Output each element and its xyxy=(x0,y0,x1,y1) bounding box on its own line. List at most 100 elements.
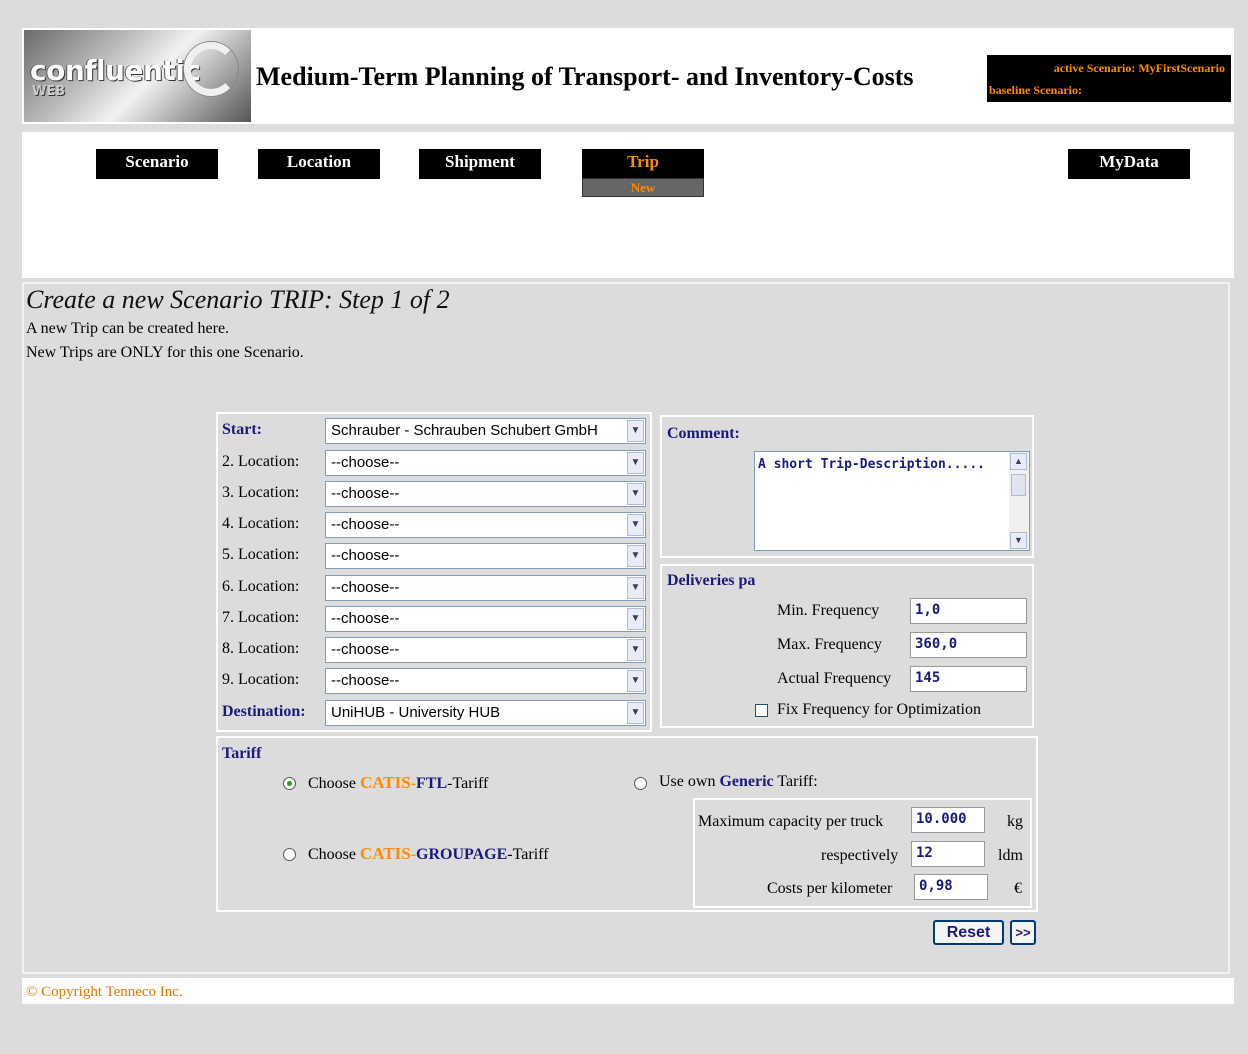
scenario-status-box: active Scenario: MyFirstScenario baselin… xyxy=(987,55,1231,102)
location-2-select[interactable]: --choose-- ▼ xyxy=(325,450,646,476)
next-step-button[interactable]: >> xyxy=(1010,920,1036,945)
respectively-input[interactable]: 12 xyxy=(911,841,985,867)
ftl-post: -Tariff xyxy=(447,775,489,792)
ftl-name: FTL xyxy=(416,775,448,792)
groupage-post: -Tariff xyxy=(507,846,549,863)
chevron-down-icon: ▼ xyxy=(627,670,644,692)
deliveries-heading: Deliveries pa xyxy=(667,572,756,589)
generic-tariff-label: Use own Generic Tariff: xyxy=(659,773,818,791)
groupage-pre: Choose xyxy=(308,846,360,863)
respectively-label: respectively xyxy=(821,847,899,864)
chevron-down-icon: ▼ xyxy=(627,420,644,442)
start-select[interactable]: Schrauber - Schrauben Schubert GmbH ▼ xyxy=(325,418,646,444)
nav-trip-new[interactable]: New xyxy=(582,178,704,197)
footer-bar xyxy=(22,978,1234,1004)
chevron-down-icon: ▼ xyxy=(627,639,644,661)
fix-frequency-checkbox[interactable] xyxy=(755,704,768,717)
start-select-value: Schrauber - Schrauben Schubert GmbH xyxy=(331,422,598,439)
location-5-value: --choose-- xyxy=(331,547,400,564)
location-7-value: --choose-- xyxy=(331,610,400,627)
groupage-catis: CATIS xyxy=(360,844,411,863)
location-6-label: 6. Location: xyxy=(222,578,300,595)
chevron-down-icon: ▼ xyxy=(627,483,644,505)
actual-frequency-input[interactable]: 145 xyxy=(910,666,1027,692)
location-8-select[interactable]: --choose-- ▼ xyxy=(325,637,646,663)
max-capacity-input[interactable]: 10.000 xyxy=(911,807,985,833)
nav-scenario[interactable]: Scenario xyxy=(96,149,218,179)
reset-button[interactable]: Reset xyxy=(933,920,1004,945)
groupage-name: GROUPAGE xyxy=(416,846,508,863)
chevron-down-icon: ▼ xyxy=(627,577,644,599)
nav-trip[interactable]: Trip xyxy=(582,149,704,179)
min-frequency-label: Min. Frequency xyxy=(777,602,880,619)
logo-brand-text: confluentic xyxy=(30,54,201,87)
scroll-up-icon[interactable]: ▲ xyxy=(1010,453,1027,470)
scroll-thumb[interactable] xyxy=(1011,474,1026,496)
chevron-down-icon: ▼ xyxy=(627,545,644,567)
nav-location[interactable]: Location xyxy=(258,149,380,179)
min-frequency-input[interactable]: 1,0 xyxy=(910,598,1027,624)
comment-label: Comment: xyxy=(667,425,740,442)
baseline-scenario-label: baseline Scenario: xyxy=(989,83,1082,97)
app-title: Medium-Term Planning of Transport- and I… xyxy=(256,62,914,91)
chevron-down-icon: ▼ xyxy=(627,608,644,630)
nav-mydata[interactable]: MyData xyxy=(1068,149,1190,179)
logo-ring-icon xyxy=(184,42,238,96)
cost-per-km-label: Costs per kilometer xyxy=(767,880,893,897)
ftl-tariff-label: Choose CATIS-FTL-Tariff xyxy=(308,773,488,793)
intro-text-1: A new Trip can be created here. xyxy=(26,320,230,337)
active-scenario-label: active Scenario: MyFirstScenario xyxy=(1053,61,1225,75)
chevron-down-icon: ▼ xyxy=(627,452,644,474)
location-4-select[interactable]: --choose-- ▼ xyxy=(325,512,646,538)
location-5-label: 5. Location: xyxy=(222,546,300,563)
location-3-select[interactable]: --choose-- ▼ xyxy=(325,481,646,507)
chevron-down-icon: ▼ xyxy=(627,514,644,536)
location-9-select[interactable]: --choose-- ▼ xyxy=(325,668,646,694)
actual-frequency-label: Actual Frequency xyxy=(777,670,892,687)
location-3-value: --choose-- xyxy=(331,485,400,502)
generic-name: Generic xyxy=(719,773,774,790)
max-capacity-unit: kg xyxy=(1007,813,1023,830)
generic-post: Tariff: xyxy=(773,773,818,790)
location-4-label: 4. Location: xyxy=(222,515,300,532)
groupage-tariff-radio[interactable] xyxy=(283,848,296,861)
generic-tariff-radio[interactable] xyxy=(634,777,647,790)
location-2-label: 2. Location: xyxy=(222,453,300,470)
location-6-select[interactable]: --choose-- ▼ xyxy=(325,575,646,601)
max-frequency-input[interactable]: 360,0 xyxy=(910,632,1027,658)
ftl-tariff-radio[interactable] xyxy=(283,777,296,790)
confluentic-logo: confluentic WEB xyxy=(24,30,251,122)
location-4-value: --choose-- xyxy=(331,516,400,533)
ftl-catis: CATIS xyxy=(360,773,411,792)
location-9-value: --choose-- xyxy=(331,672,400,689)
tariff-heading: Tariff xyxy=(222,745,262,762)
generic-pre: Use own xyxy=(659,773,720,790)
start-label: Start: xyxy=(222,421,262,438)
location-7-select[interactable]: --choose-- ▼ xyxy=(325,606,646,632)
location-8-label: 8. Location: xyxy=(222,640,300,657)
location-7-label: 7. Location: xyxy=(222,609,300,626)
copyright-text: © Copyright Tenneco Inc. xyxy=(26,984,183,1000)
comment-text: A short Trip-Description..... xyxy=(758,457,985,472)
logo-sub-text: WEB xyxy=(32,84,66,99)
scroll-down-icon[interactable]: ▼ xyxy=(1010,532,1027,549)
comment-textarea[interactable]: A short Trip-Description..... xyxy=(754,451,1030,551)
intro-text-2: New Trips are ONLY for this one Scenario… xyxy=(26,344,304,361)
fix-frequency-label: Fix Frequency for Optimization xyxy=(777,701,981,718)
destination-select[interactable]: UniHUB - University HUB ▼ xyxy=(325,700,646,726)
location-5-select[interactable]: --choose-- ▼ xyxy=(325,543,646,569)
cost-per-km-unit: € xyxy=(1014,880,1022,897)
cost-per-km-input[interactable]: 0,98 xyxy=(914,874,988,900)
comment-scrollbar[interactable]: ▲ ▼ xyxy=(1009,452,1029,550)
location-3-label: 3. Location: xyxy=(222,484,300,501)
max-capacity-label: Maximum capacity per truck xyxy=(698,813,884,830)
location-8-value: --choose-- xyxy=(331,641,400,658)
page-title: Create a new Scenario TRIP: Step 1 of 2 xyxy=(26,285,450,314)
respectively-unit: ldm xyxy=(998,847,1023,864)
chevron-down-icon: ▼ xyxy=(627,702,644,724)
location-6-value: --choose-- xyxy=(331,579,400,596)
max-frequency-label: Max. Frequency xyxy=(777,636,882,653)
location-2-value: --choose-- xyxy=(331,454,400,471)
location-9-label: 9. Location: xyxy=(222,671,300,688)
nav-shipment[interactable]: Shipment xyxy=(419,149,541,179)
